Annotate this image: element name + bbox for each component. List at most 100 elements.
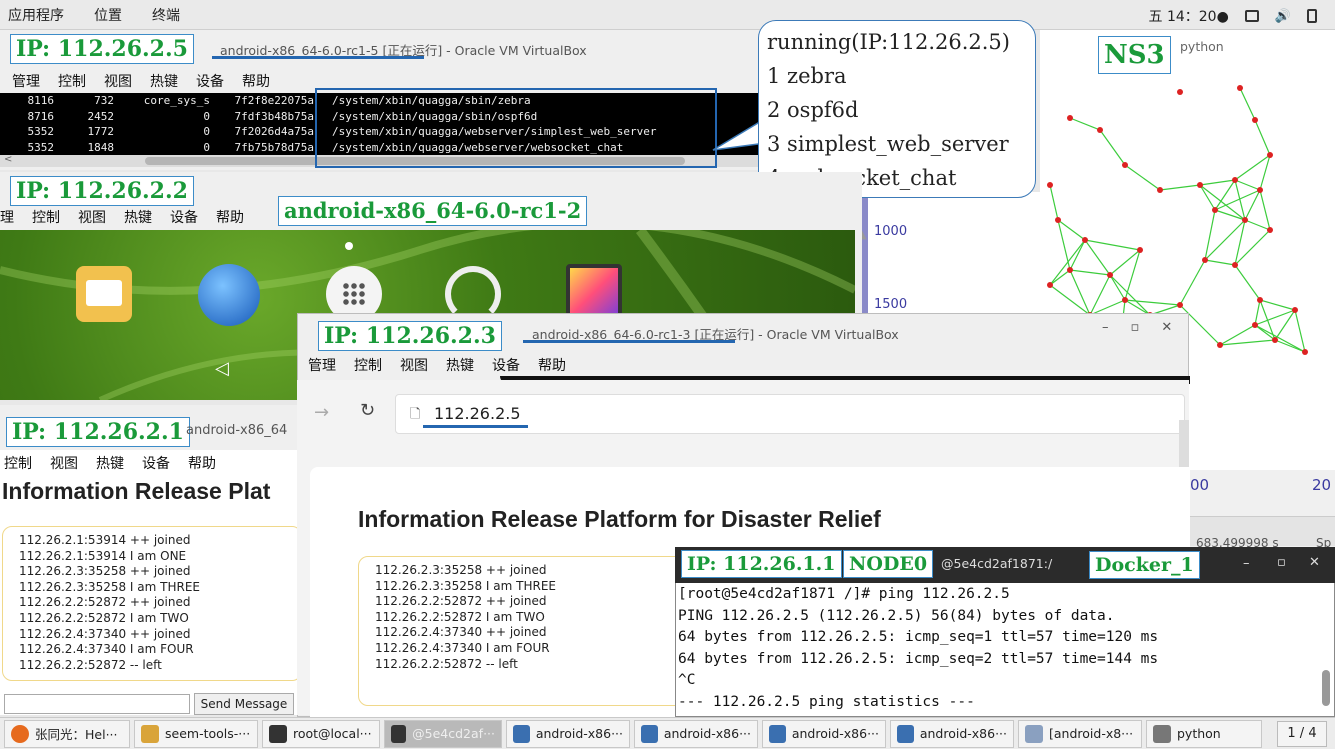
chat-messages-3: 112.26.2.3:35258 ++ joined 112.26.2.3:352…	[358, 556, 688, 706]
plot-tick: 1000	[874, 224, 908, 239]
menu-item[interactable]: 视图	[104, 71, 132, 91]
top-panel: 应用程序 位置 终端 五 14：20● 🔊	[0, 0, 1335, 30]
taskbar-item[interactable]: 张同光：Hel···	[4, 719, 130, 748]
chat-message: 112.26.2.3:35258 ++ joined	[19, 564, 191, 579]
gallery-app-icon[interactable]	[566, 264, 622, 320]
address-bar[interactable]: 🗋 112.26.2.5	[395, 394, 1185, 434]
workspace-pager[interactable]: 1 / 4	[1277, 721, 1327, 747]
maximize-icon[interactable]: ▫	[1277, 555, 1286, 570]
menu-item[interactable]: 视图	[400, 355, 428, 375]
maximize-icon[interactable]: ▫	[1131, 320, 1140, 335]
menu-item[interactable]: 视图	[50, 453, 78, 473]
menu-item[interactable]: 管理	[308, 355, 336, 375]
message-input-1[interactable]	[4, 694, 190, 714]
menu-item[interactable]: 热键	[446, 355, 474, 375]
reload-icon[interactable]: ↻	[360, 400, 375, 421]
volume-icon[interactable]: 🔊	[1275, 9, 1291, 24]
ip-label-1: IP: 112.26.2.1	[6, 417, 190, 447]
browser-app-icon[interactable]	[198, 264, 260, 326]
menu-item[interactable]: 控制	[4, 453, 32, 473]
menu-item[interactable]: 帮助	[538, 355, 566, 375]
chat-message: 112.26.2.4:37340 I am FOUR	[375, 640, 550, 655]
back-nav-icon[interactable]: ◁	[215, 358, 229, 379]
taskbar-item[interactable]: python	[1146, 719, 1262, 748]
graph-edge	[1244, 219, 1271, 231]
scroll-left-icon[interactable]: <	[4, 154, 12, 165]
email-app-icon[interactable]	[76, 266, 132, 322]
graph-node	[1067, 115, 1073, 121]
menu-item[interactable]: 设备	[142, 453, 170, 473]
graph-edge	[1254, 299, 1261, 326]
docker-terminal-output[interactable]: [root@5e4cd2af1871 /]# ping 112.26.2.5 PI…	[678, 584, 1318, 716]
graph-node	[1177, 302, 1183, 308]
graph-edge	[1204, 219, 1246, 261]
process-cell: 7f2f8e22075a	[234, 94, 314, 107]
places-menu[interactable]: 位置	[94, 5, 122, 25]
menu-item[interactable]: 管理	[12, 71, 40, 91]
graph-edge	[1234, 179, 1261, 191]
taskbar-item[interactable]: root@local···	[262, 719, 380, 748]
graph-edge	[1199, 184, 1216, 211]
send-message-button[interactable]: Send Message	[194, 693, 294, 715]
taskbar-item[interactable]: seem-tools-···	[134, 719, 258, 748]
taskbar-item[interactable]: android-x86···	[762, 719, 886, 748]
chat-message: 112.26.2.4:37340 ++ joined	[19, 626, 191, 641]
menu-item[interactable]: 设备	[170, 207, 198, 227]
taskbar-item[interactable]: android-x86···	[506, 719, 630, 748]
menu-item[interactable]: 热键	[150, 71, 178, 91]
forward-icon[interactable]: →	[314, 402, 329, 423]
graph-node	[1107, 272, 1113, 278]
applications-menu[interactable]: 应用程序	[8, 5, 64, 25]
ip-label-3: IP: 112.26.2.3	[318, 321, 502, 351]
battery-icon[interactable]	[1307, 9, 1317, 23]
graph-edge	[1089, 274, 1111, 316]
menu-item[interactable]: 帮助	[188, 453, 216, 473]
menu-item[interactable]: 帮助	[216, 207, 244, 227]
terminal-menu[interactable]: 终端	[152, 5, 180, 25]
minimize-icon[interactable]: –	[1243, 556, 1250, 571]
graph-edge	[1109, 249, 1141, 276]
menu-item[interactable]: 理	[0, 207, 14, 227]
graph-edge	[1049, 184, 1059, 221]
plot-tick: 1500	[874, 297, 908, 312]
taskbar-item[interactable]: [android-x8···	[1018, 719, 1142, 748]
close-icon[interactable]: ✕	[1161, 320, 1172, 335]
menu-item[interactable]: 热键	[124, 207, 152, 227]
menu-item[interactable]: 热键	[96, 453, 124, 473]
menu-item[interactable]: 控制	[58, 71, 86, 91]
vm-menubar-2: 理控制 视图 热键 设备 帮助	[0, 207, 244, 227]
graph-edge	[1069, 269, 1091, 316]
taskbar-item-label: python	[1177, 726, 1221, 741]
close-icon[interactable]: ✕	[1309, 555, 1320, 570]
title-underline	[212, 56, 424, 59]
taskbar-item[interactable]: @5e4cd2af···	[384, 719, 502, 748]
process-cell: 2452	[87, 109, 115, 123]
graph-node	[1267, 227, 1273, 233]
menu-item[interactable]: 帮助	[242, 71, 270, 91]
screen-icon[interactable]	[1244, 10, 1259, 22]
graph-edge	[1099, 129, 1126, 166]
terminal-scrollbar[interactable]	[1322, 670, 1330, 706]
taskbar-item-label: android-x86···	[535, 726, 623, 741]
callout-line: 3 simplest_web_server	[767, 132, 1009, 156]
graph-edge	[1239, 87, 1256, 121]
graph-edge	[1069, 239, 1086, 271]
graph-node	[1257, 297, 1263, 303]
graph-edge	[1234, 264, 1261, 301]
menu-item[interactable]: 设备	[492, 355, 520, 375]
menu-item[interactable]: 设备	[196, 71, 224, 91]
menu-item[interactable]: 视图	[78, 207, 106, 227]
graph-node	[1272, 337, 1278, 343]
docker-titlebar: IP: 112.26.1.1 NODE0 @5e4cd2af1871:/ Doc…	[675, 547, 1335, 583]
menu-item[interactable]: 控制	[32, 207, 60, 227]
minimize-icon[interactable]: –	[1102, 320, 1109, 335]
process-cell: 0	[203, 140, 210, 154]
taskbar-item[interactable]: android-x86···	[634, 719, 758, 748]
graph-node	[1252, 117, 1258, 123]
taskbar-item[interactable]: android-x86···	[890, 719, 1014, 748]
clock[interactable]: 五 14：20●	[1149, 6, 1229, 26]
menu-item[interactable]: 控制	[354, 355, 382, 375]
graph-node	[1267, 152, 1273, 158]
graph-node	[1302, 349, 1308, 355]
url-text[interactable]: 112.26.2.5	[434, 404, 521, 423]
